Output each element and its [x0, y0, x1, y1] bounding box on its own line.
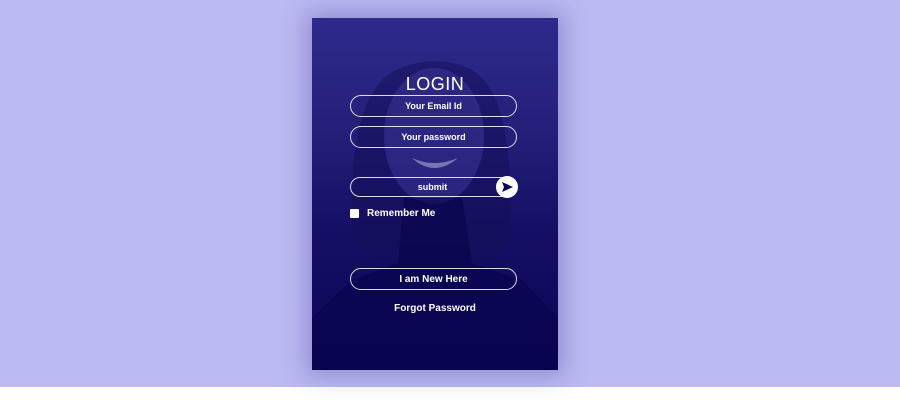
email-field[interactable] [350, 95, 517, 117]
submit-group: submit [350, 176, 518, 199]
new-here-button[interactable]: I am New Here [350, 268, 517, 290]
page: LOGIN submit Remember Me I am New Here F… [0, 0, 900, 400]
password-field[interactable] [350, 126, 517, 148]
forgot-password-link[interactable]: Forgot Password [312, 303, 558, 314]
submit-button[interactable]: submit [350, 177, 515, 197]
send-arrow-icon[interactable] [496, 176, 518, 198]
remember-me-checkbox[interactable] [350, 208, 359, 218]
login-title: LOGIN [405, 74, 465, 94]
login-card: LOGIN submit Remember Me I am New Here F… [312, 18, 558, 370]
remember-me-row[interactable]: Remember Me [350, 207, 435, 219]
remember-me-label: Remember Me [367, 207, 436, 219]
